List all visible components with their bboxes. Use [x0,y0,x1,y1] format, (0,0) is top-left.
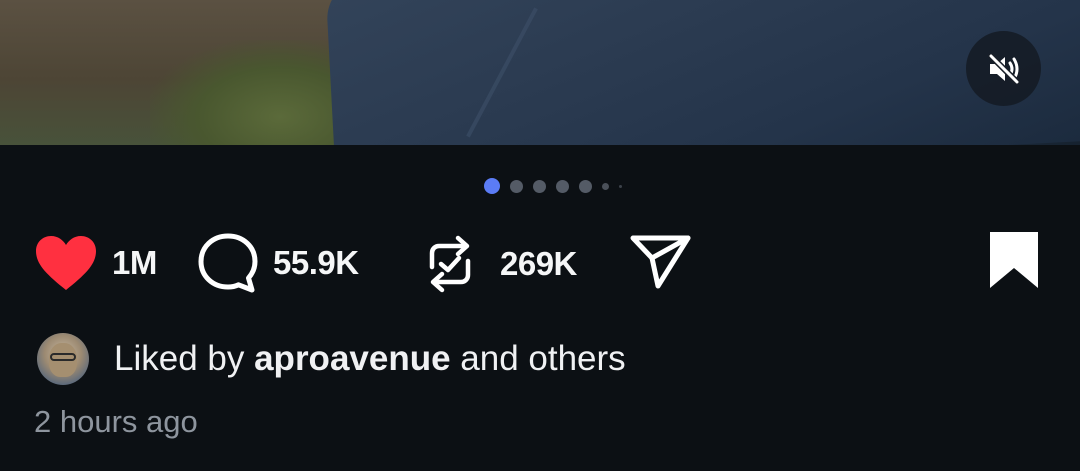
carousel-dot [510,179,523,193]
carousel-dot [556,179,569,193]
repost-button[interactable]: 269K [424,233,577,295]
share-button[interactable] [630,234,692,290]
speaker-muted-icon [987,53,1020,84]
carousel-dot [602,182,609,190]
liked-by-row: Liked by aproavenue and others [37,333,626,385]
liked-by-username[interactable]: aproavenue [254,339,450,378]
comment-button[interactable]: 55.9K [197,232,359,294]
repost-icon [429,235,471,293]
like-count[interactable]: 1M [112,244,157,282]
liked-by-suffix[interactable]: and others [451,339,625,378]
paper-plane-icon [630,235,691,289]
carousel-dot-active [484,178,500,194]
post-media[interactable] [0,0,1080,145]
post-card: 1M 55.9K 269K Liked by aproavenue and ot… [0,0,1080,471]
carousel-dot [533,179,546,193]
action-bar: 1M 55.9K 269K [0,228,1080,300]
save-button[interactable] [988,230,1040,290]
mute-button[interactable] [966,31,1041,106]
liked-by-prefix: Liked by [114,339,255,378]
avatar[interactable] [37,333,89,385]
bookmark-filled-icon [990,232,1038,288]
carousel-indicator [484,178,622,194]
avatar-glasses [50,353,76,361]
carousel-dot [619,184,622,188]
post-timestamp: 2 hours ago [34,404,198,439]
repost-count[interactable]: 269K [500,245,577,283]
carousel-dot [579,179,592,193]
heart-filled-icon [36,236,96,290]
comment-count[interactable]: 55.9K [273,244,359,282]
like-button[interactable]: 1M [34,234,157,292]
liked-by-text: Liked by aproavenue and others [114,339,626,379]
comment-bubble-icon [198,233,258,293]
